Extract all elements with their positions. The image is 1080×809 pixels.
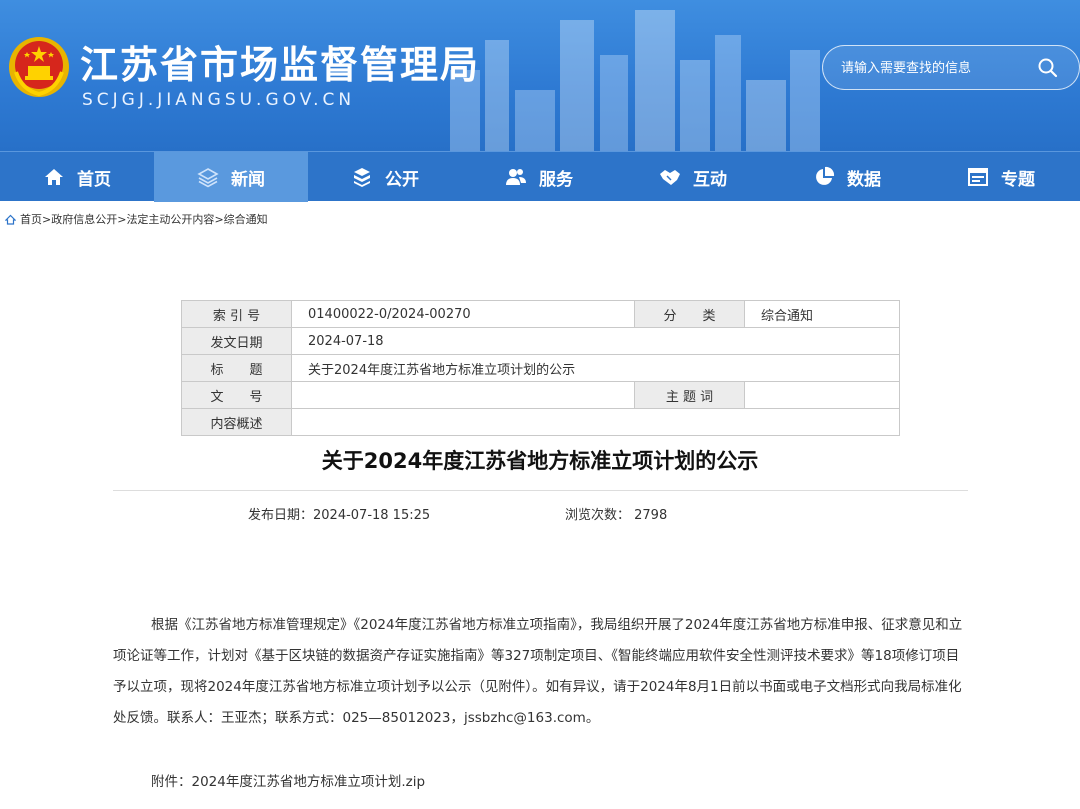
category-value: 综合通知 [744, 300, 900, 328]
breadcrumb-separator: > [214, 212, 224, 226]
title-value: 关于2024年度江苏省地方标准立项计划的公示 [291, 354, 900, 382]
title-label: 标 题 [181, 354, 292, 382]
divider [113, 490, 968, 491]
pie-chart-icon [816, 166, 835, 185]
search-icon[interactable] [1037, 57, 1059, 79]
nav-item-interact[interactable]: 互动 [616, 152, 770, 202]
site-domain: SCJGJ.JIANGSU.GOV.CN [82, 90, 356, 110]
nav-item-data[interactable]: 数据 [770, 152, 924, 202]
nav-item-home[interactable]: 首页 [0, 152, 154, 202]
article-body: 根据《江苏省地方标准管理规定》《2024年度江苏省地方标准立项指南》，我局组织开… [113, 610, 968, 734]
keyword-label: 主 题 词 [634, 381, 745, 409]
index-value: 01400022-0/2024-00270 [291, 300, 635, 328]
table-row: 标 题 关于2024年度江苏省地方标准立项计划的公示 [181, 354, 900, 382]
summary-value [291, 408, 900, 436]
breadcrumb-separator: > [117, 212, 127, 226]
index-label: 索 引 号 [181, 300, 292, 328]
search-box [822, 45, 1080, 90]
nav-item-topics[interactable]: 专题 [924, 152, 1078, 202]
breadcrumb-separator: > [42, 212, 52, 226]
layers-icon [197, 168, 219, 188]
search-input[interactable] [841, 57, 1031, 79]
nav-item-news[interactable]: 新闻 [154, 152, 308, 202]
site-title: 江苏省市场监督管理局 [80, 43, 481, 87]
users-icon [506, 169, 526, 185]
article-title: 关于2024年度江苏省地方标准立项计划的公示 [321, 449, 759, 473]
breadcrumb-link-notice[interactable]: 综合通知 [224, 211, 268, 227]
nav-item-service[interactable]: 服务 [462, 152, 616, 202]
city-skyline-graphic [450, 10, 820, 151]
date-label: 发文日期 [181, 327, 292, 355]
table-row: 发文日期 2024-07-18 [181, 327, 900, 355]
handshake-icon [660, 170, 680, 185]
table-row: 文 号 主 题 词 [181, 381, 900, 409]
article-paragraph: 根据《江苏省地方标准管理规定》《2024年度江苏省地方标准立项指南》，我局组织开… [113, 617, 963, 726]
nav-item-label: 公开 [385, 169, 419, 190]
nav-item-public[interactable]: 公开 [308, 152, 462, 202]
summary-label: 内容概述 [181, 408, 292, 436]
attachment-link[interactable]: 附件：2024年度江苏省地方标准立项计划.zip [151, 774, 425, 790]
national-emblem-icon [9, 37, 69, 97]
table-row: 索 引 号 01400022-0/2024-00270 分 类 综合通知 [181, 300, 900, 328]
breadcrumb-link-mandatory[interactable]: 法定主动公开内容 [126, 211, 214, 227]
breadcrumb-link-gov-info[interactable]: 政府信息公开 [51, 211, 117, 227]
publish-date: 发布日期：2024-07-18 15:25 [248, 508, 431, 523]
keyword-value [744, 381, 900, 409]
nav-item-label: 新闻 [231, 169, 265, 190]
cube-icon [354, 168, 370, 187]
nav-item-label: 专题 [1001, 169, 1035, 190]
document-info-table: 索 引 号 01400022-0/2024-00270 分 类 综合通知 发文日… [181, 300, 900, 436]
nav-item-label: 服务 [539, 169, 573, 190]
docno-value [291, 381, 635, 409]
breadcrumb: 首页 > 政府信息公开 > 法定主动公开内容 > 综合通知 [5, 211, 268, 227]
breadcrumb-link-home[interactable]: 首页 [20, 211, 42, 227]
site-header: 江苏省市场监督管理局 SCJGJ.JIANGSU.GOV.CN [0, 0, 1080, 151]
nav-item-label: 互动 [693, 169, 727, 190]
window-icon [968, 168, 988, 186]
category-label: 分 类 [634, 300, 745, 328]
home-icon [45, 169, 63, 185]
view-count: 浏览次数： 2798 [565, 508, 668, 523]
nav-item-label: 数据 [847, 169, 881, 190]
main-nav: 首页 新闻 公开 服务 互动 数据 专题 [0, 151, 1080, 202]
date-value: 2024-07-18 [291, 327, 900, 355]
attachment: 附件：2024年度江苏省地方标准立项计划.zip [151, 770, 425, 790]
home-icon [5, 214, 16, 225]
nav-item-label: 首页 [77, 169, 111, 190]
table-row: 内容概述 [181, 408, 900, 436]
docno-label: 文 号 [181, 381, 292, 409]
